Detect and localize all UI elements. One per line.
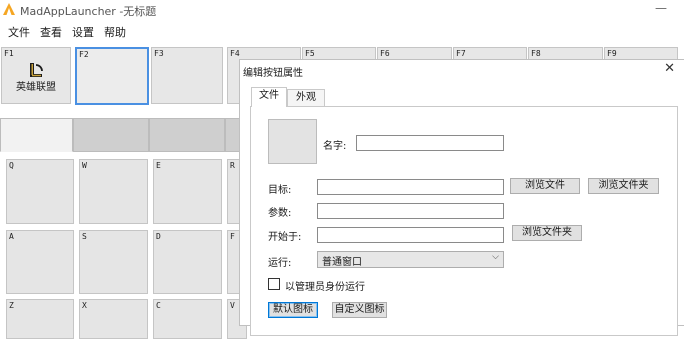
key-label: C — [156, 301, 161, 310]
key-label: A — [9, 232, 14, 241]
menu-help[interactable]: 帮助 — [100, 19, 132, 41]
key-e[interactable]: E — [153, 159, 222, 224]
default-icon-button[interactable]: 默认图标 — [268, 302, 318, 318]
tab-appearance-label: 外观 — [296, 92, 316, 103]
key-c[interactable]: C — [153, 299, 222, 339]
page-tab-1[interactable] — [0, 118, 73, 152]
target-input[interactable] — [317, 179, 504, 195]
name-label: 名字: — [323, 141, 347, 152]
chevron-down-icon: ⌵ — [492, 252, 499, 262]
key-label: Q — [9, 161, 14, 170]
key-label: F — [230, 232, 235, 241]
key-label: F8 — [531, 49, 541, 58]
menu-file[interactable]: 文件 — [4, 19, 36, 41]
app-logo-icon — [3, 3, 15, 15]
key-label: V — [230, 301, 235, 310]
params-label: 参数: — [268, 208, 292, 219]
params-input[interactable] — [317, 203, 504, 219]
fkey-f2[interactable]: F2 — [75, 47, 149, 105]
admin-label: 以管理员身份运行 — [285, 282, 365, 293]
page-tab-2[interactable] — [73, 118, 149, 152]
key-label: Z — [9, 301, 14, 310]
key-label: E — [156, 161, 161, 170]
edit-button-dialog: 编辑按钮属性 ✕ 文件 外观 名字: 目标: 浏览文件 浏览文件夹 参数: 开始… — [239, 59, 684, 336]
window-title: MadAppLauncher -无标题 — [20, 5, 157, 18]
run-label: 运行: — [268, 258, 292, 269]
tab-file-label: 文件 — [259, 90, 279, 101]
key-z[interactable]: Z — [6, 299, 74, 339]
icon-preview — [268, 119, 317, 164]
fkey-app: 英雄联盟 — [2, 62, 70, 93]
key-label: F7 — [456, 49, 466, 58]
dialog-title: 编辑按钮属性 — [243, 68, 303, 79]
key-w[interactable]: W — [79, 159, 148, 224]
key-label: R — [230, 161, 235, 170]
target-label: 目标: — [268, 185, 292, 196]
key-label: F9 — [607, 49, 617, 58]
key-a[interactable]: A — [6, 230, 74, 294]
tab-file[interactable]: 文件 — [251, 87, 287, 107]
start-in-label: 开始于: — [268, 232, 302, 243]
key-label: F2 — [79, 50, 89, 59]
name-input[interactable] — [356, 135, 504, 151]
key-q[interactable]: Q — [6, 159, 74, 224]
start-in-input[interactable] — [317, 227, 504, 243]
run-mode-value: 普通窗口 — [322, 257, 362, 268]
key-label: S — [82, 232, 87, 241]
key-label: F3 — [154, 49, 164, 58]
browse-folder-button[interactable]: 浏览文件夹 — [588, 178, 659, 194]
menu-view[interactable]: 查看 — [36, 19, 68, 41]
custom-icon-button[interactable]: 自定义图标 — [332, 302, 387, 318]
key-label: D — [156, 232, 161, 241]
key-label: F6 — [380, 49, 390, 58]
menu-settings[interactable]: 设置 — [68, 19, 100, 41]
start-in-browse-button[interactable]: 浏览文件夹 — [512, 225, 582, 241]
fkey-app-name: 英雄联盟 — [16, 82, 56, 93]
key-s[interactable]: S — [79, 230, 148, 294]
tab-appearance[interactable]: 外观 — [287, 89, 325, 107]
fkey-f3[interactable]: F3 — [151, 47, 223, 104]
admin-checkbox[interactable] — [268, 278, 280, 290]
run-mode-select[interactable]: 普通窗口 ⌵ — [317, 251, 504, 268]
key-label: F4 — [230, 49, 240, 58]
key-x[interactable]: X — [79, 299, 148, 339]
key-d[interactable]: D — [153, 230, 222, 294]
key-label: F1 — [4, 49, 14, 58]
browse-file-button[interactable]: 浏览文件 — [510, 178, 580, 194]
league-of-legends-icon — [30, 63, 43, 77]
minimize-button[interactable]: — — [652, 1, 670, 15]
fkey-f1[interactable]: F1 英雄联盟 — [1, 47, 71, 104]
key-label: W — [82, 161, 87, 170]
key-label: X — [82, 301, 87, 310]
close-icon[interactable]: ✕ — [664, 61, 675, 77]
menu-bar: 文件 查看 设置 帮助 — [0, 19, 684, 41]
key-label: F5 — [305, 49, 315, 58]
page-tab-3[interactable] — [149, 118, 225, 152]
title-bar: MadAppLauncher -无标题 — — [0, 0, 684, 19]
